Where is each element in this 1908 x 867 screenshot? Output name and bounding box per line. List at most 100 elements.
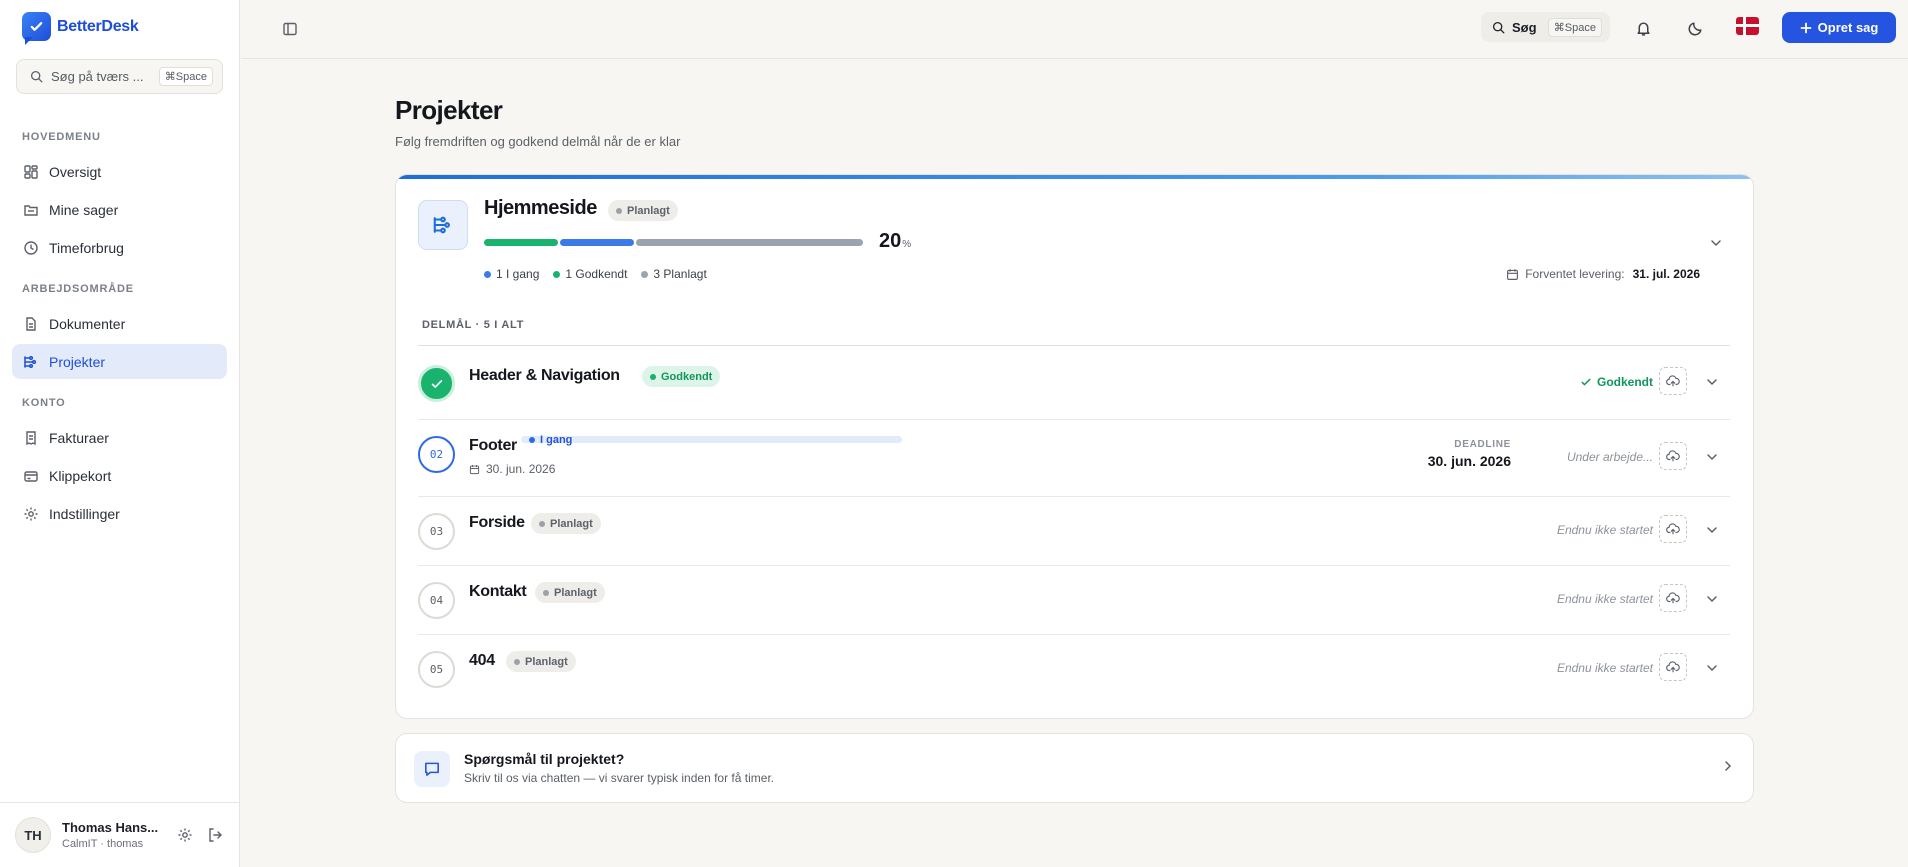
progress-legend: 1 I gang 1 Godkendt 3 Planlagt <box>484 267 707 281</box>
upload-button[interactable] <box>1659 584 1687 612</box>
upload-button[interactable] <box>1659 367 1687 395</box>
sidebar-toggle-button[interactable] <box>278 17 302 41</box>
search-placeholder: Søg på tværs ... <box>51 69 144 84</box>
milestone-row[interactable]: Header & Navigation Godkendt Godkendt <box>418 345 1730 419</box>
app-logo[interactable]: BetterDesk <box>22 12 139 41</box>
cloud-upload-icon <box>1666 450 1680 462</box>
status-dot <box>616 207 622 214</box>
document-icon <box>26 316 36 331</box>
sidebar-item-timeforbrug[interactable]: Timeforbrug <box>12 230 227 265</box>
milestone-row[interactable]: 05 404 Planlagt Endnu ikke startet <box>418 634 1730 703</box>
create-ticket-label: Opret sag <box>1817 20 1879 35</box>
section-label-account: KONTO <box>22 397 66 409</box>
gear-icon <box>24 507 38 520</box>
logout-icon <box>209 828 222 842</box>
search-icon <box>1492 21 1505 33</box>
sidebar-item-indstillinger[interactable]: Indstillinger <box>12 496 227 531</box>
sidebar-search-input[interactable]: Søg på tværs ... ⌘Space <box>16 59 223 94</box>
user-profile: TH Thomas Hans... CalmIT · thomas <box>0 802 240 867</box>
milestone-row[interactable]: 02 Footer I gang 30. jun. 2026 DEADLINE … <box>418 419 1730 496</box>
chevron-down-icon <box>1707 596 1717 603</box>
help-subtitle: Skriv til os via chatten — vi svarer typ… <box>464 771 775 785</box>
project-expand-button[interactable] <box>1709 236 1723 255</box>
dark-mode-toggle[interactable] <box>1682 15 1708 41</box>
milestone-status-badge: I gang <box>521 433 902 446</box>
logout-button[interactable] <box>205 825 225 845</box>
milestone-title: Footer <box>469 437 517 454</box>
sidebar-item-oversigt[interactable]: Oversigt <box>12 154 227 189</box>
user-name: Thomas Hans... <box>62 820 159 835</box>
sidebar-item-fakturaer[interactable]: Fakturaer <box>12 420 227 455</box>
status-dot <box>514 658 520 665</box>
project-icon <box>24 355 37 368</box>
milestone-status-badge: Planlagt <box>506 651 576 672</box>
status-dot <box>529 436 535 443</box>
milestone-row[interactable]: 03 Forside Planlagt Endnu ikke startet <box>418 496 1730 565</box>
global-search-shortcut: ⌘Space <box>1547 17 1602 37</box>
sidebar-item-label: Timeforbrug <box>49 239 124 256</box>
progress-segment-approved <box>484 239 559 246</box>
milestone-title: Kontakt <box>469 583 527 600</box>
project-progress-bar <box>484 239 865 246</box>
milestone-status-text: Endnu ikke startet <box>1556 523 1653 537</box>
page-subtitle: Følg fremdriften og godkend delmål når d… <box>395 134 681 149</box>
milestone-date-text: 30. jun. 2026 <box>486 462 556 476</box>
project-help-card[interactable]: Spørgsmål til projektet? Skriv til os vi… <box>395 733 1754 803</box>
milestone-number: 05 <box>418 651 455 688</box>
legend-label: 1 I gang <box>496 267 540 281</box>
upload-button[interactable] <box>1659 653 1687 681</box>
milestone-expand-button[interactable] <box>1702 658 1722 678</box>
global-search-button[interactable]: Søg ⌘Space <box>1481 12 1610 42</box>
milestone-expand-button[interactable] <box>1702 520 1722 540</box>
chevron-down-icon <box>1711 240 1721 247</box>
progress-percent: 20% <box>879 230 911 253</box>
search-shortcut: ⌘Space <box>158 67 213 86</box>
upload-button[interactable] <box>1659 515 1687 543</box>
sidebar-item-mine-sager[interactable]: Mine sager <box>12 192 227 227</box>
cloud-upload-icon <box>1666 523 1680 535</box>
avatar[interactable]: TH <box>15 817 51 853</box>
deadline-label: DEADLINE <box>1454 439 1511 450</box>
milestone-expand-button[interactable] <box>1702 372 1722 392</box>
status-label: I gang <box>540 433 573 446</box>
grid-icon <box>24 164 38 179</box>
sidebar-item-klippekort[interactable]: Klippekort <box>12 458 227 493</box>
deadline-value: 30. jun. 2026 <box>1427 453 1511 469</box>
legend-dot <box>484 270 491 278</box>
legend-dot <box>641 270 649 278</box>
sidebar-item-projekter[interactable]: Projekter <box>12 344 227 379</box>
gear-icon <box>178 828 192 842</box>
language-flag-danish-icon[interactable] <box>1736 17 1759 35</box>
milestone-status-text: Godkendt <box>1597 375 1653 389</box>
progress-percent-unit: % <box>902 239 912 250</box>
delivery-date: 31. jul. 2026 <box>1632 267 1700 281</box>
project-icon <box>418 200 468 250</box>
milestone-row[interactable]: 04 Kontakt Planlagt Endnu ikke startet <box>418 565 1730 634</box>
milestone-title: Forside <box>469 514 525 531</box>
project-title: Hjemmeside <box>484 197 597 219</box>
sidebar: BetterDesk Søg på tværs ... ⌘Space HOVED… <box>0 0 240 867</box>
status-label: Planlagt <box>525 655 568 668</box>
milestone-deadline: DEADLINE 30. jun. 2026 <box>1428 439 1511 469</box>
create-ticket-button[interactable]: Opret sag <box>1782 12 1896 43</box>
sidebar-item-label: Indstillinger <box>49 505 120 522</box>
user-org: CalmIT · thomas <box>62 838 144 850</box>
notifications-button[interactable] <box>1630 15 1656 41</box>
sidebar-item-label: Oversigt <box>49 163 102 180</box>
milestone-title: 404 <box>469 652 495 669</box>
legend-approved: 1 Godkendt <box>553 267 627 281</box>
project-card: Hjemmeside Planlagt 20% 1 I gang 1 Godke… <box>395 174 1754 719</box>
milestone-status-text: Under arbejde... <box>1566 450 1653 464</box>
user-info: Thomas Hans... CalmIT · thomas <box>62 820 162 850</box>
milestone-expand-button[interactable] <box>1702 447 1722 467</box>
page-title: Projekter <box>395 95 503 125</box>
chevron-down-icon <box>1707 454 1717 461</box>
upload-button[interactable] <box>1659 442 1687 470</box>
check-icon <box>1581 378 1591 386</box>
user-settings-button[interactable] <box>175 825 195 845</box>
inbox-icon <box>24 204 38 216</box>
status-label: Planlagt <box>550 517 593 530</box>
topbar: Søg ⌘Space Opret sag <box>241 0 1908 59</box>
sidebar-item-dokumenter[interactable]: Dokumenter <box>12 306 227 341</box>
milestone-expand-button[interactable] <box>1702 589 1722 609</box>
